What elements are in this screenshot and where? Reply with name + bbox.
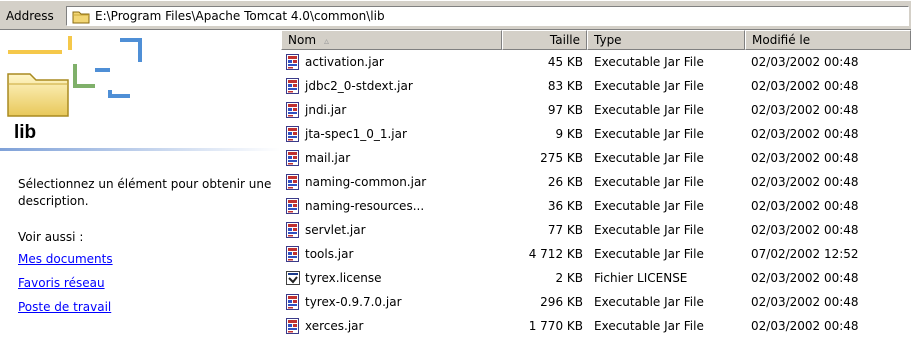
file-row[interactable]: tyrex.license 2 KB Fichier LICENSE 02/03/20… <box>281 267 911 291</box>
file-type: Executable Jar File <box>594 55 704 69</box>
selection-description: Sélectionnez un élément pour obtenir une… <box>18 177 272 208</box>
jar-file-icon <box>285 78 301 94</box>
column-header-name[interactable]: Nom ▵ <box>281 30 502 50</box>
file-row[interactable]: jdbc2_0-stdext.jar 83 KB Executable Jar Fi… <box>281 75 911 99</box>
file-name: naming-common.jar <box>305 175 427 189</box>
column-header-size[interactable]: Taille <box>502 30 587 50</box>
file-type: Executable Jar File <box>594 223 704 237</box>
file-size: 26 KB <box>547 175 583 189</box>
jar-file-icon <box>285 174 301 190</box>
file-modified: 02/03/2002 00:48 <box>751 319 859 333</box>
jar-file-icon <box>285 102 301 118</box>
large-folder-icon <box>7 73 69 117</box>
file-modified: 02/03/2002 00:48 <box>751 199 859 213</box>
file-size: 97 KB <box>547 103 583 117</box>
jar-file-icon <box>285 246 301 262</box>
file-name: mail.jar <box>305 151 351 165</box>
file-row[interactable]: activation.jar 45 KB Executable Jar File 02… <box>281 51 911 75</box>
file-type: Executable Jar File <box>594 79 704 93</box>
address-label: Address <box>6 9 54 23</box>
folder-banner-graphic <box>7 36 142 117</box>
file-modified: 02/03/2002 00:48 <box>751 295 859 309</box>
file-modified: 02/03/2002 00:48 <box>751 79 859 93</box>
file-size: 4 712 KB <box>528 247 583 261</box>
file-row[interactable]: tools.jar 4 712 KB Executable Jar File 07/0… <box>281 243 911 267</box>
address-input[interactable]: E:\Program Files\Apache Tomcat 4.0\commo… <box>66 6 909 26</box>
file-type: Executable Jar File <box>594 151 704 165</box>
file-modified: 02/03/2002 00:48 <box>751 151 859 165</box>
file-name: tyrex.license <box>305 271 382 285</box>
file-name: xerces.jar <box>305 319 364 333</box>
column-header-type[interactable]: Type <box>587 30 745 50</box>
folder-title: lib <box>14 122 37 143</box>
file-type: Executable Jar File <box>594 127 704 141</box>
file-size: 275 KB <box>540 151 583 165</box>
jar-file-icon <box>285 318 301 334</box>
file-modified: 02/03/2002 00:48 <box>751 103 859 117</box>
file-row[interactable]: naming-resources... 36 KB Executable Jar F… <box>281 195 911 219</box>
file-size: 2 KB <box>555 271 583 285</box>
title-divider <box>0 148 280 151</box>
file-modified: 02/03/2002 00:48 <box>751 271 859 285</box>
file-modified: 02/03/2002 00:48 <box>751 223 859 237</box>
file-name: jta-spec1_0_1.jar <box>305 127 407 141</box>
file-row[interactable]: tyrex-0.9.7.0.jar 296 KB Executable Jar Fi… <box>281 291 911 315</box>
license-file-icon <box>285 270 301 286</box>
column-header-modified[interactable]: Modifié le <box>745 30 911 50</box>
file-name: servlet.jar <box>305 223 366 237</box>
folder-icon <box>72 11 90 24</box>
file-row[interactable]: naming-common.jar 26 KB Executable Jar Fil… <box>281 171 911 195</box>
file-modified: 02/03/2002 00:48 <box>751 175 859 189</box>
file-type: Executable Jar File <box>594 199 704 213</box>
file-row[interactable]: xerces.jar 1 770 KB Executable Jar File 02/… <box>281 315 911 339</box>
file-list: Nom ▵ Taille Type Modifié le activation.j… <box>281 30 911 356</box>
see-also-label: Voir aussi : <box>18 230 84 244</box>
file-name: tools.jar <box>305 247 354 261</box>
file-name: tyrex-0.9.7.0.jar <box>305 295 402 309</box>
file-row[interactable]: servlet.jar 77 KB Executable Jar File 02/03… <box>281 219 911 243</box>
file-type: Executable Jar File <box>594 247 704 261</box>
file-type: Fichier LICENSE <box>594 271 688 285</box>
file-row[interactable]: jta-spec1_0_1.jar 9 KB Executable Jar File… <box>281 123 911 147</box>
file-name: jdbc2_0-stdext.jar <box>305 79 413 93</box>
link-my-documents[interactable]: Mes documents <box>18 252 113 266</box>
details-panel: lib Sélectionnez un élément pour obtenir… <box>0 30 280 356</box>
jar-file-icon <box>285 54 301 70</box>
file-row[interactable]: mail.jar 275 KB Executable Jar File 02/03/2… <box>281 147 911 171</box>
file-type: Executable Jar File <box>594 319 704 333</box>
file-size: 1 770 KB <box>528 319 583 333</box>
jar-file-icon <box>285 294 301 310</box>
jar-file-icon <box>285 198 301 214</box>
column-header-name-label: Nom <box>288 33 317 47</box>
file-name: jndi.jar <box>305 103 347 117</box>
link-network-favorites[interactable]: Favoris réseau <box>18 276 105 290</box>
file-modified: 02/03/2002 00:48 <box>751 55 859 69</box>
jar-file-icon <box>285 126 301 142</box>
file-type: Executable Jar File <box>594 175 704 189</box>
file-size: 77 KB <box>547 223 583 237</box>
sort-ascending-icon: ▵ <box>324 36 330 47</box>
file-type: Executable Jar File <box>594 295 704 309</box>
file-modified: 02/03/2002 00:48 <box>751 127 859 141</box>
file-size: 83 KB <box>547 79 583 93</box>
file-name: naming-resources... <box>305 199 425 213</box>
file-row[interactable]: jndi.jar 97 KB Executable Jar File 02/03/20… <box>281 99 911 123</box>
file-name: activation.jar <box>305 55 384 69</box>
jar-file-icon <box>285 222 301 238</box>
file-size: 296 KB <box>540 295 583 309</box>
address-path: E:\Program Files\Apache Tomcat 4.0\commo… <box>95 9 385 23</box>
file-type: Executable Jar File <box>594 103 704 117</box>
link-my-computer[interactable]: Poste de travail <box>18 300 111 314</box>
file-size: 45 KB <box>547 55 583 69</box>
file-modified: 07/02/2002 12:52 <box>751 247 859 261</box>
file-size: 9 KB <box>555 127 583 141</box>
address-bar: Address E:\Program Files\Apache Tomcat 4… <box>0 0 911 30</box>
file-size: 36 KB <box>547 199 583 213</box>
jar-file-icon <box>285 150 301 166</box>
